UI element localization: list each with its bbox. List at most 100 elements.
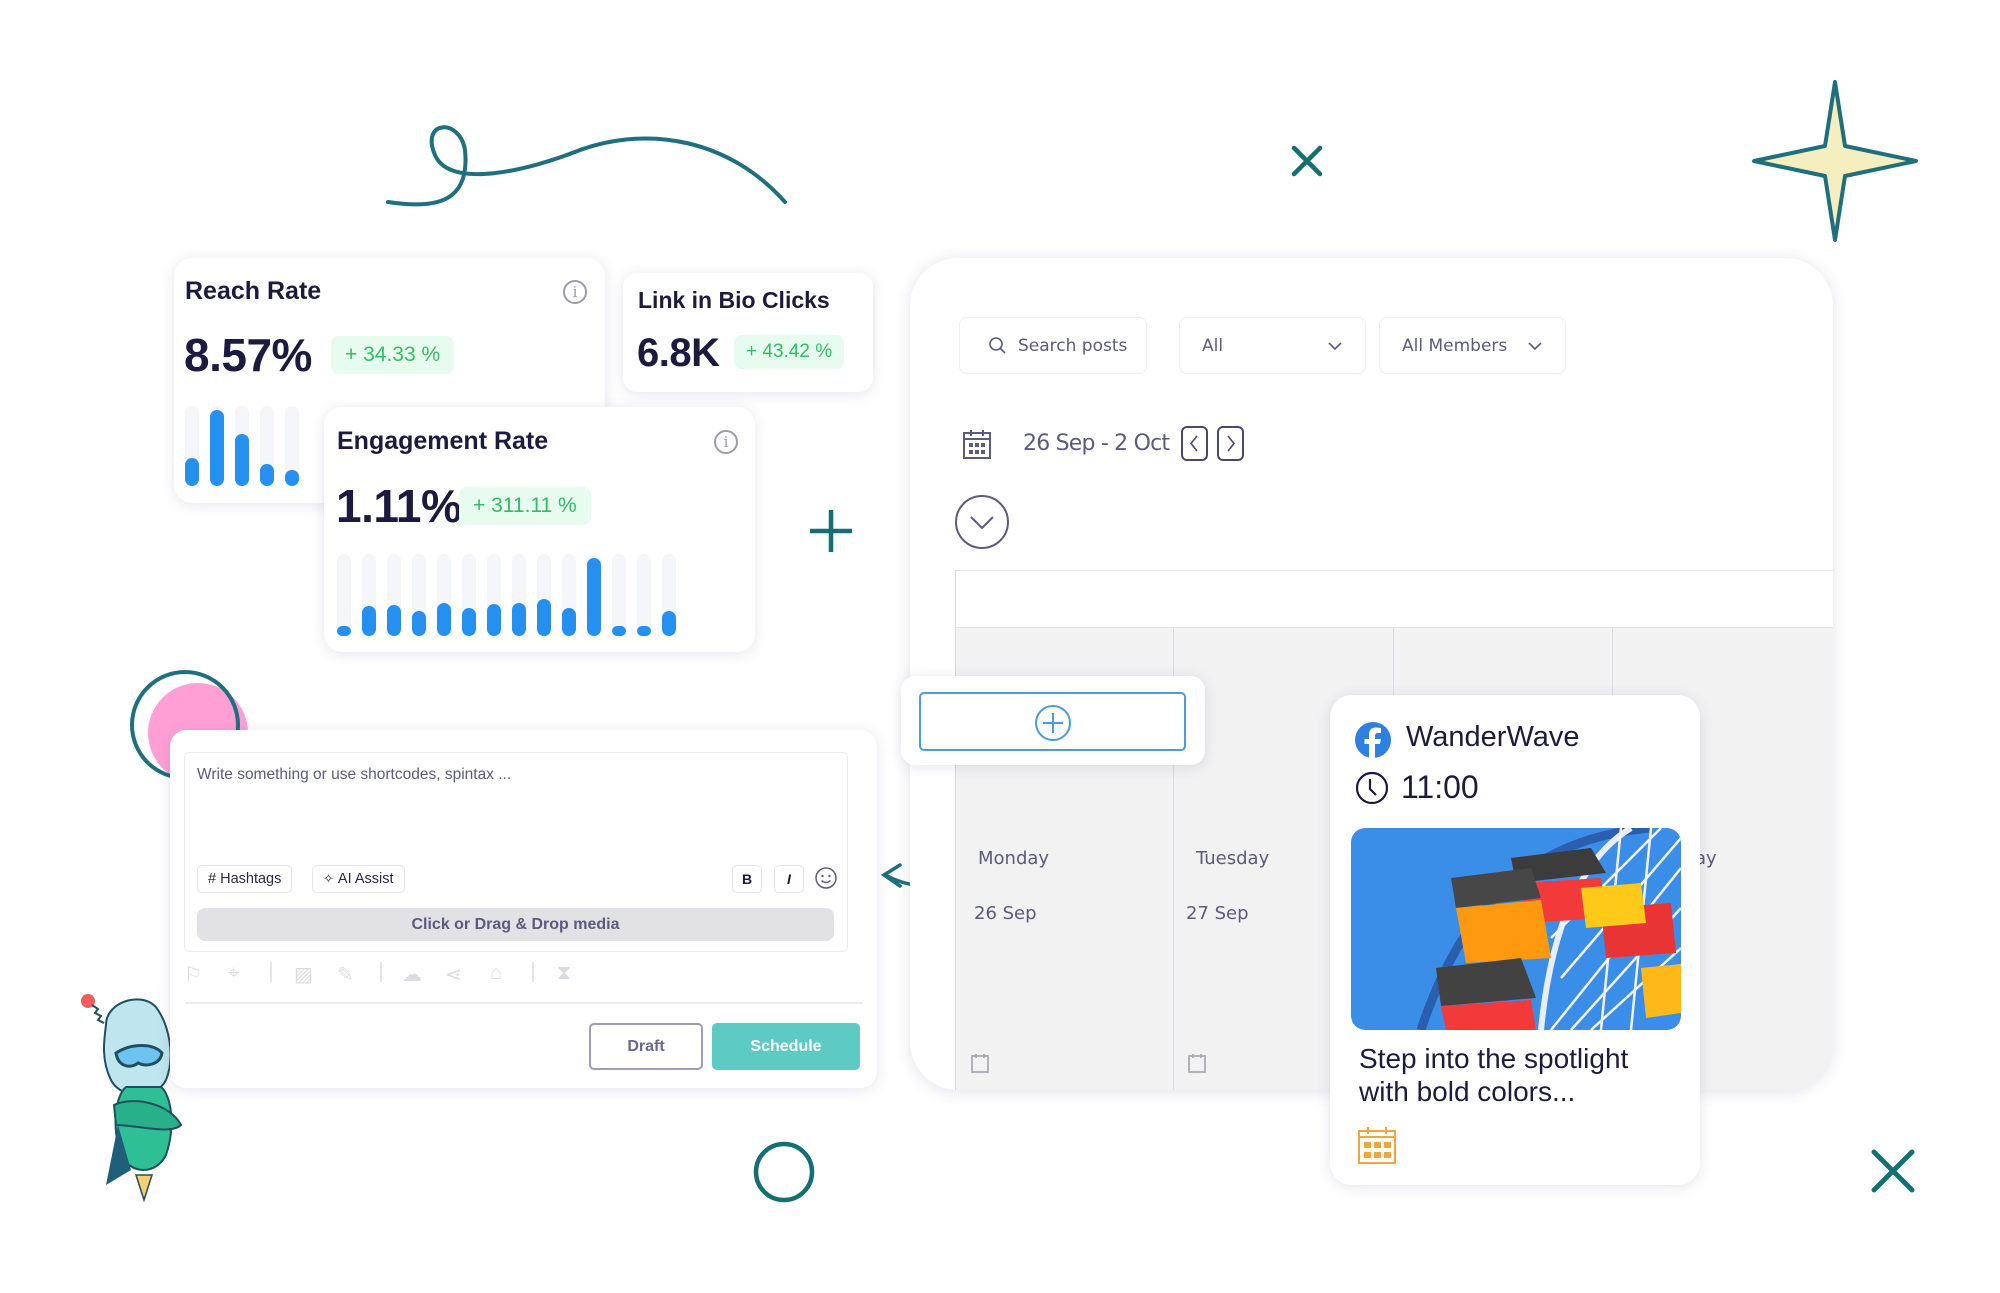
engagement-bar — [612, 626, 626, 636]
engagement-bar-track — [562, 554, 576, 636]
scheduled-post-card[interactable]: WanderWave 11:00 Step into the spotlight… — [1330, 695, 1700, 1185]
reach-bar — [185, 458, 199, 486]
toolbar-divider — [270, 962, 272, 982]
comment-icon[interactable]: ☁ — [402, 962, 422, 987]
engagement-bar — [512, 603, 526, 636]
hashtags-button[interactable]: # Hashtags — [197, 865, 293, 893]
post-image-ferris-wheel — [1351, 828, 1681, 1030]
engagement-bar — [587, 558, 601, 636]
reach-rate-title: Reach Rate — [185, 277, 322, 305]
engagement-bar-track — [337, 554, 351, 636]
emoji-icon[interactable] — [814, 866, 838, 890]
engagement-bar-track — [587, 554, 601, 636]
schedule-calendar-icon — [1358, 1127, 1396, 1164]
media-dropzone[interactable]: Click or Drag & Drop media — [197, 908, 834, 941]
chevron-down-icon — [970, 516, 994, 530]
post-filter-dropdown[interactable]: All — [1179, 317, 1366, 374]
engagement-bar — [637, 626, 651, 636]
engagement-bar — [362, 605, 376, 636]
share-icon[interactable]: ⋖ — [445, 962, 462, 987]
reach-bar — [260, 464, 274, 486]
reach-bar-track — [285, 406, 299, 486]
clock-icon — [1355, 771, 1389, 805]
draft-button[interactable]: Draft — [589, 1023, 703, 1070]
note-icon[interactable] — [1187, 1052, 1207, 1074]
sparkle-icon: ✧ — [323, 871, 334, 886]
image-icon[interactable]: ▨ — [294, 962, 313, 987]
bold-button[interactable]: B — [732, 865, 762, 893]
info-icon[interactable]: i — [714, 430, 738, 454]
engagement-bar-track — [412, 554, 426, 636]
day-date-26: 26 Sep — [974, 903, 1037, 924]
calendar-header-row — [955, 570, 1833, 571]
search-posts-input[interactable]: Search posts — [959, 317, 1147, 374]
calendar-icon[interactable] — [962, 428, 992, 460]
day-header-tuesday: Tuesday — [1196, 848, 1270, 869]
engagement-bar — [437, 603, 451, 636]
date-range-label: 26 Sep - 2 Oct — [1023, 431, 1170, 456]
engagement-rate-change-badge: + 311.11 % — [459, 487, 591, 525]
hourglass-icon[interactable]: ⧗ — [557, 962, 571, 985]
reach-bar-track — [185, 406, 199, 486]
decorative-plus — [810, 510, 852, 552]
column-divider — [955, 570, 956, 1090]
engagement-bar-track — [512, 554, 526, 636]
add-post-popover — [901, 676, 1205, 765]
note-icon[interactable] — [970, 1052, 990, 1074]
reach-rate-value: 8.57% — [184, 329, 312, 381]
location-pin-icon[interactable]: ⌖ — [228, 962, 239, 985]
next-week-button[interactable] — [1217, 426, 1244, 461]
reach-bar-track — [210, 406, 224, 486]
decorative-x-top — [1291, 145, 1323, 177]
link-clicks-value: 6.8K — [637, 331, 720, 375]
engagement-rate-value: 1.11% — [336, 480, 462, 532]
facebook-icon — [1355, 722, 1391, 758]
reach-bar — [285, 470, 299, 486]
reach-bar — [210, 410, 224, 486]
decorative-circle-bottom — [753, 1141, 815, 1203]
engagement-bar-track — [637, 554, 651, 636]
search-icon — [989, 336, 1006, 354]
toolbar-divider — [380, 962, 382, 982]
trash-icon[interactable]: ⌂ — [490, 962, 502, 985]
prev-week-button[interactable] — [1181, 426, 1208, 461]
engagement-bar — [412, 610, 426, 636]
post-time: 11:00 — [1401, 769, 1479, 805]
decorative-x-bottom — [1871, 1149, 1915, 1193]
reach-rate-change-badge: + 34.33 % — [331, 336, 455, 374]
schedule-button[interactable]: Schedule — [712, 1023, 860, 1070]
decorative-squiggle — [386, 125, 787, 207]
decorative-sparkle-star — [1752, 80, 1918, 242]
day-header-monday: Monday — [978, 848, 1050, 869]
members-filter-dropdown[interactable]: All Members — [1379, 317, 1566, 374]
collapse-tags-button[interactable] — [955, 495, 1009, 549]
info-icon[interactable]: i — [563, 280, 587, 304]
engagement-bar — [337, 626, 351, 636]
link-clicks-change-badge: + 43.42 % — [734, 335, 845, 369]
plus-circle-icon — [1035, 705, 1071, 741]
day-date-27: 27 Sep — [1186, 903, 1249, 924]
post-caption-line1: Step into the spotlight — [1359, 1043, 1629, 1074]
post-account-name: WanderWave — [1406, 721, 1580, 753]
engagement-bar-track — [612, 554, 626, 636]
engagement-bar-track — [387, 554, 401, 636]
italic-button[interactable]: I — [774, 865, 804, 893]
engagement-bar — [562, 608, 576, 636]
post-caption-line2: with bold colors... — [1359, 1076, 1576, 1107]
post-text-input[interactable]: Write something or use shortcodes, spint… — [197, 766, 827, 856]
reach-bar-track — [260, 406, 274, 486]
engagement-bar-track — [487, 554, 501, 636]
engagement-rate-title: Engagement Rate — [337, 427, 549, 455]
engagement-bar — [487, 604, 501, 636]
reach-rate-bar-chart — [185, 406, 310, 486]
composer-footer-divider — [185, 1002, 863, 1004]
toolbar-divider — [532, 962, 534, 982]
reach-bar — [235, 434, 249, 486]
ai-assist-button[interactable]: ✧ AI Assist — [312, 865, 405, 893]
add-post-button[interactable] — [919, 692, 1186, 751]
engagement-bar-track — [662, 554, 676, 636]
pencil-icon[interactable]: ✎ — [337, 962, 354, 987]
signpost-icon[interactable]: ⚐ — [184, 962, 202, 987]
engagement-bar-track — [362, 554, 376, 636]
engagement-bar — [387, 604, 401, 636]
